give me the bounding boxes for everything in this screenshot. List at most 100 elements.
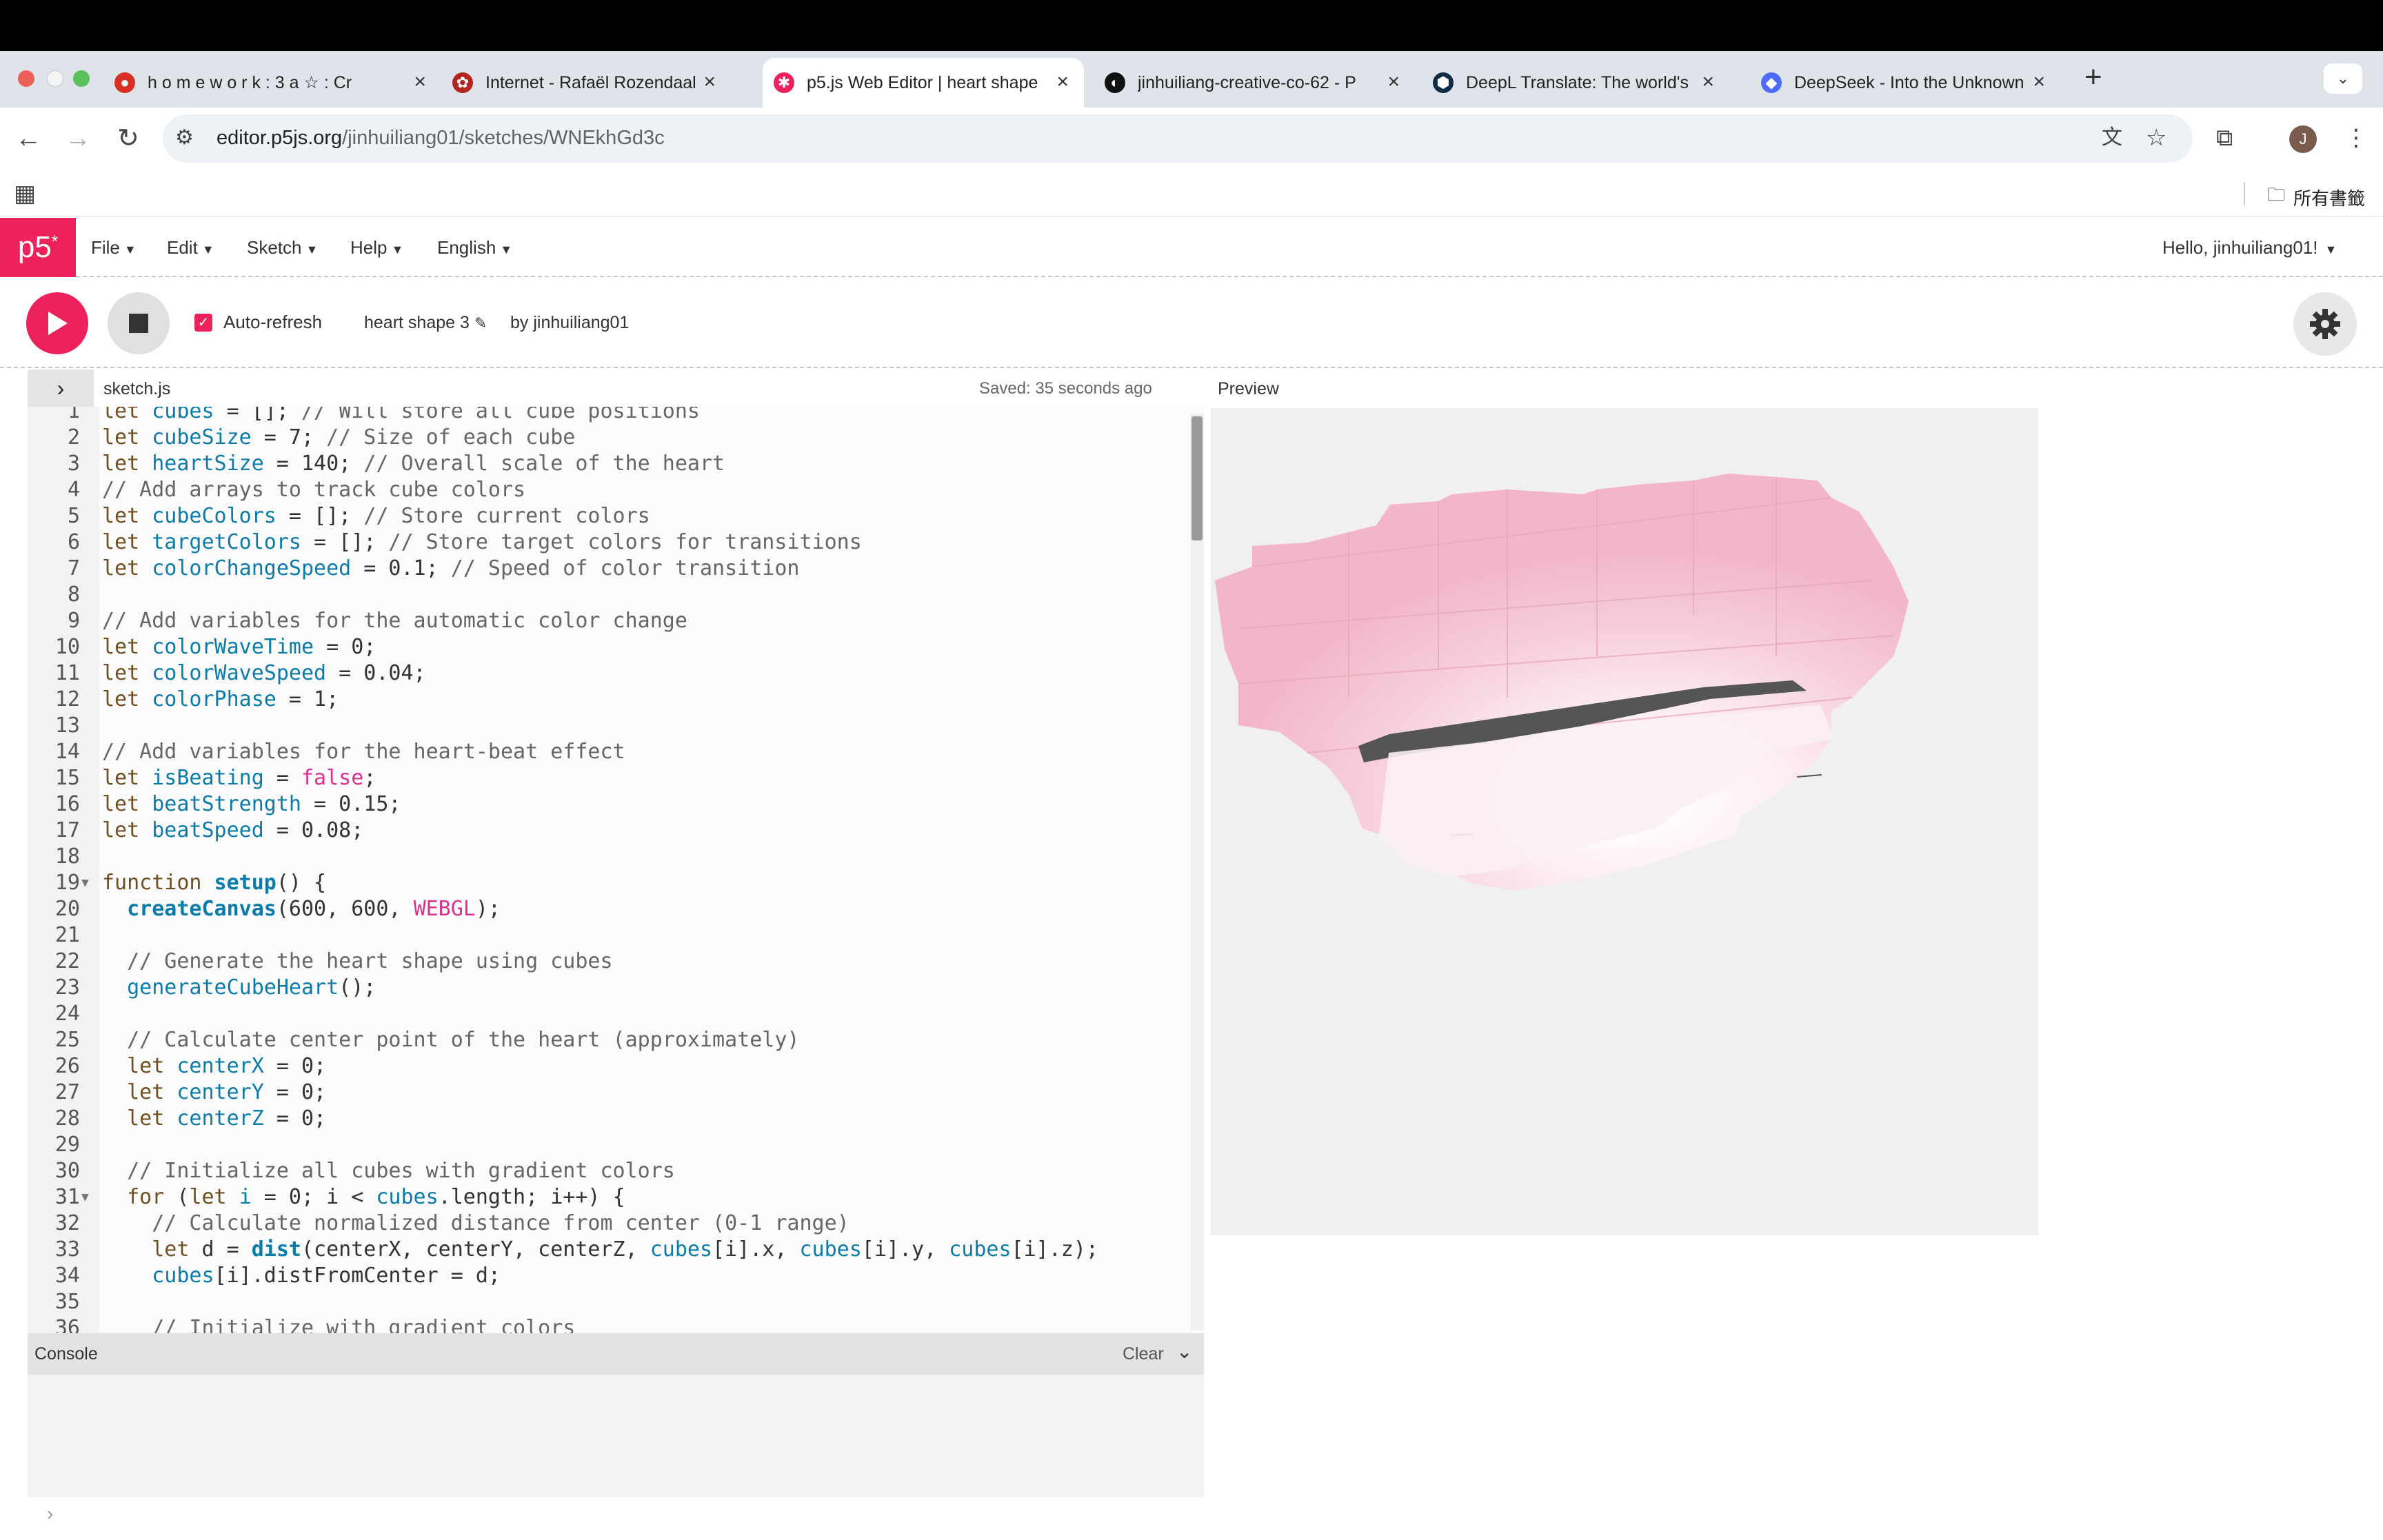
new-tab-button[interactable]: +: [2084, 62, 2102, 92]
code-line[interactable]: 17 let beatSpeed = 0.08;: [28, 818, 1204, 844]
code-text: // Generate the heart shape using cubes: [102, 949, 612, 975]
tab-title: p5.js Web Editor | heart shape: [807, 72, 1038, 92]
sidebar-toggle-button[interactable]: ›: [28, 369, 94, 407]
pencil-icon[interactable]: ✎: [474, 314, 487, 332]
console-clear-button[interactable]: Clear: [1123, 1344, 1164, 1364]
code-editor[interactable]: 1 let cubes = []; // Will store all cube …: [28, 407, 1204, 1333]
code-line[interactable]: 1 let cubes = []; // Will store all cube …: [28, 407, 1204, 425]
menu-sketch[interactable]: Sketch ▼: [247, 237, 318, 259]
browser-tab-6[interactable]: ◆ DeepSeek - Into the Unknown ×: [1750, 58, 2060, 108]
code-line[interactable]: 30 // Initialize all cubes with gradient…: [28, 1158, 1204, 1184]
code-line[interactable]: 6 let targetColors = []; // Store target …: [28, 529, 1204, 556]
editor-scrollbar[interactable]: [1190, 414, 1204, 1330]
all-bookmarks-folder[interactable]: 🗀 所有書籤: [2267, 182, 2365, 212]
forward-button[interactable]: →: [65, 121, 91, 156]
close-tab-icon[interactable]: ×: [1056, 72, 1069, 92]
site-info-icon[interactable]: ⚙: [175, 124, 194, 152]
code-line[interactable]: 8: [28, 582, 1204, 608]
tab-search-button[interactable]: ⌄: [2324, 63, 2362, 94]
url-text[interactable]: editor.p5js.org/jinhuiliang01/sketches/W…: [217, 127, 665, 150]
code-line[interactable]: 18: [28, 844, 1204, 870]
menu-file[interactable]: File ▼: [91, 237, 137, 259]
bookmark-star-icon[interactable]: ☆: [2146, 124, 2166, 152]
browser-tab-3[interactable]: ✱ p5.js Web Editor | heart shape ×: [763, 58, 1084, 108]
close-tab-icon[interactable]: ×: [414, 72, 426, 92]
code-token: = 0.1;: [351, 556, 451, 580]
code-line[interactable]: 32 // Calculate normalized distance from…: [28, 1210, 1204, 1237]
fold-arrow-icon[interactable]: ▼: [81, 870, 89, 896]
window-close-button[interactable]: [18, 70, 34, 87]
code-line[interactable]: 29: [28, 1132, 1204, 1158]
settings-button[interactable]: [2293, 292, 2357, 356]
code-line[interactable]: 4 // Add arrays to track cube colors: [28, 477, 1204, 503]
code-token: cubeSize: [152, 425, 252, 449]
code-line[interactable]: 13: [28, 713, 1204, 739]
console-input[interactable]: [28, 1497, 1204, 1540]
close-tab-icon[interactable]: ×: [1387, 72, 1400, 92]
browser-tab-2[interactable]: ✿ Internet - Rafaël Rozendaal ×: [441, 58, 731, 108]
code-line[interactable]: 35: [28, 1289, 1204, 1315]
stop-button[interactable]: [108, 292, 170, 354]
code-line[interactable]: 36 // Initialize with gradient colors: [28, 1315, 1204, 1333]
checkbox-checked-icon[interactable]: ✓: [194, 313, 212, 332]
chevron-down-icon[interactable]: ⌄: [1176, 1340, 1192, 1363]
p5-logo[interactable]: p5 *: [0, 218, 76, 277]
window-zoom-button[interactable]: [73, 70, 90, 87]
extensions-icon[interactable]: ⧉: [2216, 124, 2233, 152]
sketch-preview-canvas[interactable]: [1211, 408, 2038, 1235]
menu-help[interactable]: Help ▼: [350, 237, 403, 259]
close-tab-icon[interactable]: ×: [703, 72, 716, 92]
code-line[interactable]: 31 ▼ for (let i = 0; i < cubes.length; i+…: [28, 1184, 1204, 1210]
code-token: = [];: [301, 530, 389, 554]
code-line[interactable]: 34 cubes[i].distFromCenter = d;: [28, 1263, 1204, 1289]
window-minimize-button[interactable]: [47, 70, 63, 87]
code-line[interactable]: 3 let heartSize = 140; // Overall scale o…: [28, 451, 1204, 477]
code-line[interactable]: 2 let cubeSize = 7; // Size of each cube: [28, 425, 1204, 451]
code-line[interactable]: 7 let colorChangeSpeed = 0.1; // Speed of…: [28, 556, 1204, 582]
code-line[interactable]: 23 generateCubeHeart();: [28, 975, 1204, 1001]
code-line[interactable]: 12 let colorPhase = 1;: [28, 687, 1204, 713]
code-line[interactable]: 24: [28, 1001, 1204, 1027]
code-line[interactable]: 11 let colorWaveSpeed = 0.04;: [28, 660, 1204, 687]
code-line[interactable]: 20 createCanvas(600, 600, WEBGL);: [28, 896, 1204, 922]
auto-refresh-checkbox[interactable]: ✓ Auto-refresh: [194, 312, 322, 333]
browser-tab-4[interactable]: ◐ jinhuiliang-creative-co-62 - P ×: [1094, 58, 1415, 108]
code-line[interactable]: 26 let centerX = 0;: [28, 1053, 1204, 1080]
close-tab-icon[interactable]: ×: [1702, 72, 1714, 92]
code-text: // Add variables for the automatic color…: [102, 608, 687, 634]
menu-edit[interactable]: Edit ▼: [167, 237, 214, 259]
tab-title: jinhuiliang-creative-co-62 - P: [1138, 72, 1356, 92]
code-token: let: [127, 1054, 177, 1078]
code-line[interactable]: 9 // Add variables for the automatic colo…: [28, 608, 1204, 634]
code-line[interactable]: 27 let centerY = 0;: [28, 1080, 1204, 1106]
browser-menu-icon[interactable]: ⋮: [2344, 124, 2368, 152]
browser-tab-5[interactable]: ⬢ DeepL Translate: The world's ×: [1422, 58, 1729, 108]
code-line[interactable]: 5 let cubeColors = []; // Store current c…: [28, 503, 1204, 529]
code-line[interactable]: 28 let centerZ = 0;: [28, 1106, 1204, 1132]
code-line[interactable]: 25 // Calculate center point of the hear…: [28, 1027, 1204, 1053]
apps-grid-icon[interactable]: ▦: [14, 182, 36, 205]
code-line[interactable]: 14 // Add variables for the heart-beat ef…: [28, 739, 1204, 765]
file-tab-sketch-js[interactable]: sketch.js: [103, 379, 170, 399]
browser-tab-1[interactable]: ● h o m e w o r k : 3 a ☆ : Cr ×: [103, 58, 441, 108]
editor-scrollbar-thumb[interactable]: [1192, 416, 1203, 540]
user-menu[interactable]: Hello, jinhuiliang01! ▼: [2162, 237, 2337, 259]
code-line[interactable]: 16 let beatStrength = 0.15;: [28, 791, 1204, 818]
back-button[interactable]: ←: [15, 121, 41, 156]
code-line[interactable]: 19 ▼ function setup() {: [28, 870, 1204, 896]
code-line[interactable]: 33 let d = dist(centerX, centerY, center…: [28, 1237, 1204, 1263]
sketch-name[interactable]: heart shape 3 ✎: [364, 313, 487, 333]
code-line[interactable]: 22 // Generate the heart shape using cub…: [28, 949, 1204, 975]
code-line[interactable]: 21: [28, 922, 1204, 949]
menu-language[interactable]: English ▼: [437, 237, 512, 259]
play-button[interactable]: [26, 292, 88, 354]
close-tab-icon[interactable]: ×: [2033, 72, 2045, 92]
code-line[interactable]: 15 let isBeating = false;: [28, 765, 1204, 791]
profile-avatar[interactable]: J: [2289, 125, 2317, 153]
reload-button[interactable]: ↻: [117, 121, 139, 156]
code-line[interactable]: 10 let colorWaveTime = 0;: [28, 634, 1204, 660]
code-text: // Initialize all cubes with gradient co…: [102, 1158, 675, 1184]
fold-arrow-icon[interactable]: ▼: [81, 1184, 89, 1210]
translate-icon[interactable]: 文: [2102, 124, 2122, 152]
